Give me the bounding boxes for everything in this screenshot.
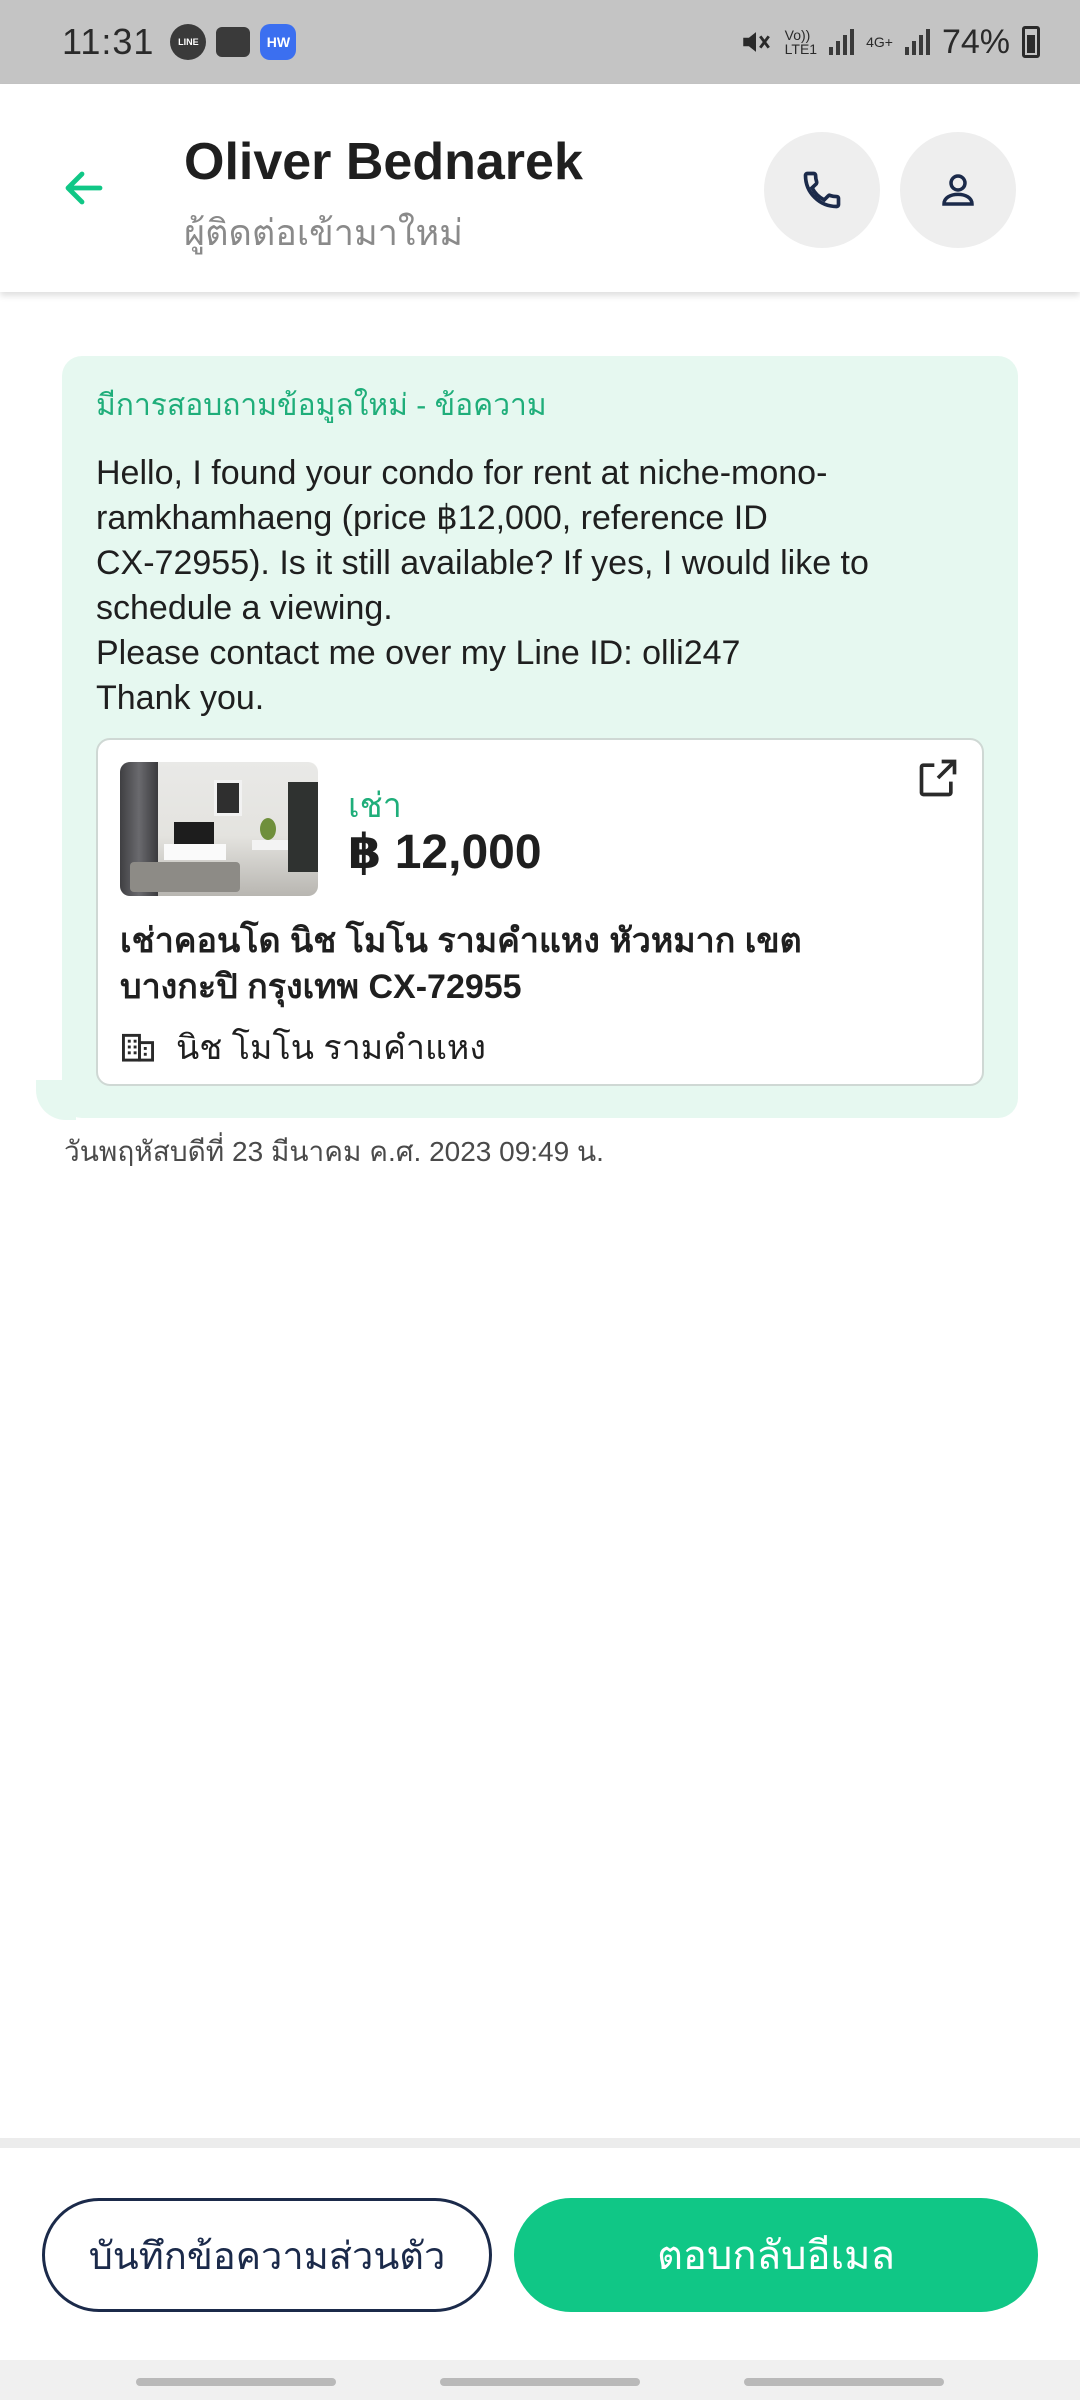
- signal-icon: [829, 29, 855, 55]
- inquiry-message: มีการสอบถามข้อมูลใหม่ - ข้อความ Hello, I…: [62, 356, 1018, 1118]
- notification-icons: LINE HW: [170, 24, 297, 60]
- phone-icon: [803, 171, 841, 209]
- message-line: Hello, I found your condo for rent at ni…: [96, 454, 828, 492]
- back-button[interactable]: [60, 148, 150, 228]
- mute-icon: [742, 32, 770, 52]
- hw-app-icon: HW: [260, 24, 297, 60]
- message-title: มีการสอบถามข้อมูลใหม่ - ข้อความ: [96, 389, 547, 422]
- reply-email-button[interactable]: ตอบกลับอีเมล: [514, 2198, 1038, 2312]
- conversation-header: Oliver Bednarek ผู้ติดต่อเข้ามาใหม่: [0, 84, 1080, 292]
- message-timestamp: วันพฤหัสบดีที่ 23 มีนาคม ค.ศ. 2023 09:49…: [64, 1136, 604, 1167]
- status-bar: 11:31 LINE HW Vo)) LTE1 4G+ 74%: [0, 0, 1080, 84]
- listing-card[interactable]: เช่า ฿ 12,000 เช่าคอนโด นิช โมโน รามคำแห…: [96, 738, 984, 1086]
- message-line: schedule a viewing.: [96, 589, 393, 627]
- open-external-button[interactable]: [916, 756, 964, 804]
- message-line: Please contact me over my Line ID: olli2…: [96, 634, 741, 672]
- volte-indicator: Vo)) LTE1: [784, 27, 818, 57]
- contact-status: ผู้ติดต่อเข้ามาใหม่: [184, 212, 463, 253]
- person-icon: [942, 174, 974, 206]
- message-line: Thank you.: [96, 679, 265, 717]
- open-external-icon: [919, 759, 957, 797]
- contact-name: Oliver Bednarek: [184, 133, 583, 191]
- battery-icon: [1022, 26, 1040, 58]
- status-time: 11:31: [62, 21, 155, 62]
- building-icon: [122, 1033, 154, 1062]
- system-icons: Vo)) LTE1 4G+ 74%: [739, 23, 1040, 62]
- message-line: CX-72955). Is it still available? If yes…: [96, 544, 869, 582]
- listing-price: ฿ 12,000: [348, 826, 542, 879]
- system-nav-bar: [0, 2360, 1080, 2400]
- nav-back[interactable]: [744, 2378, 944, 2386]
- network-type: 4G+: [866, 34, 893, 50]
- private-note-button[interactable]: บันทึกข้อความส่วนตัว: [42, 2198, 492, 2312]
- listing-project: นิช โมโน รามคำแหง: [120, 1020, 486, 1074]
- nav-recents[interactable]: [136, 2378, 336, 2386]
- profile-button[interactable]: [900, 132, 1016, 248]
- listing-photo: [120, 762, 318, 896]
- arrow-left-icon: [65, 171, 103, 205]
- signal-icon-2: [904, 29, 930, 55]
- listing-title: เช่าคอนโด นิช โมโน รามคำแหง หัวหมาก เขต …: [120, 922, 802, 1006]
- battery-percent: 74%: [941, 22, 1010, 61]
- nav-home[interactable]: [440, 2378, 640, 2386]
- project-name: นิช โมโน รามคำแหง: [176, 1029, 486, 1067]
- message-line: ramkhamhaeng (price ฿12,000, reference I…: [96, 499, 768, 537]
- call-button[interactable]: [764, 132, 880, 248]
- bottom-divider: [0, 2138, 1080, 2148]
- line-app-icon: LINE: [170, 24, 207, 60]
- message-icon: [216, 27, 251, 57]
